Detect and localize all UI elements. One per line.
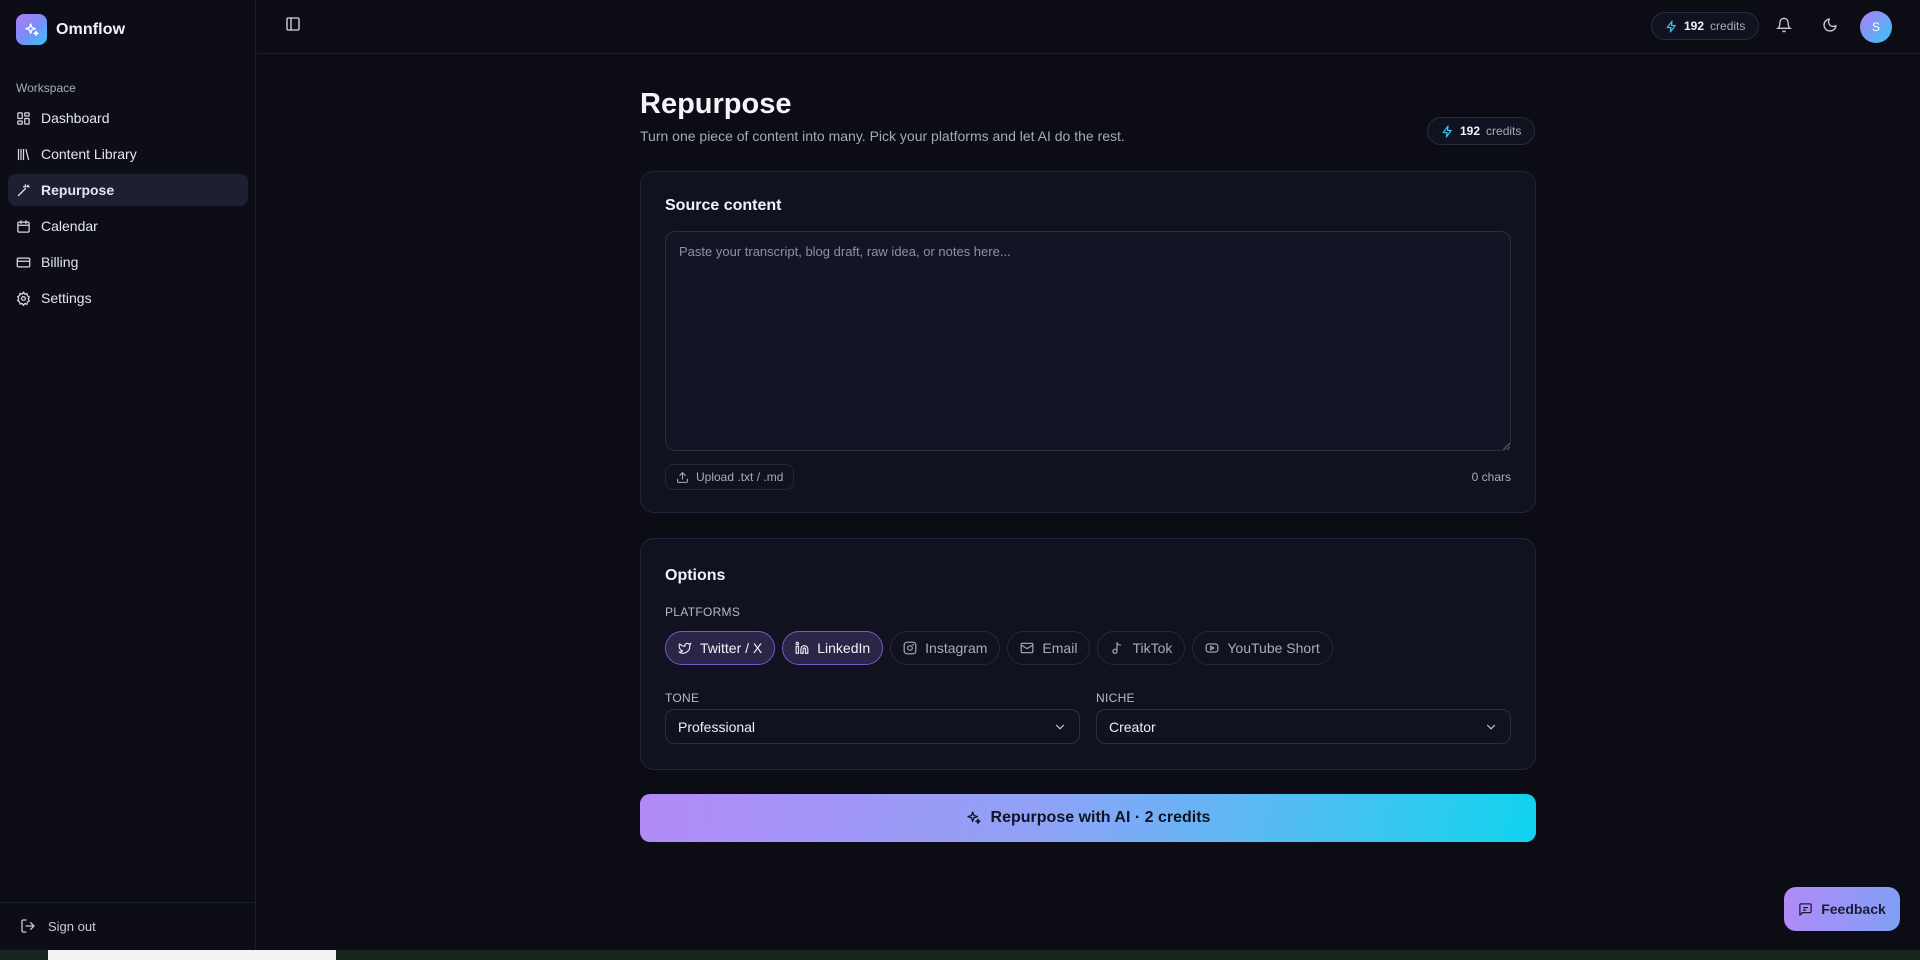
page-credits-badge: 192 credits — [1427, 117, 1536, 145]
repurpose-with-ai-button[interactable]: Repurpose with AI · 2 credits — [640, 794, 1536, 842]
platform-chip-tiktok[interactable]: TikTok — [1097, 631, 1186, 665]
sidebar-nav: Dashboard Content Library Repurpose Cale… — [8, 102, 248, 318]
dashboard-icon — [16, 111, 31, 126]
credit-card-icon — [16, 255, 31, 270]
credits-label: credits — [1710, 19, 1746, 33]
chevron-down-icon — [1484, 720, 1498, 734]
sidebar-divider — [0, 902, 256, 903]
platform-chips: Twitter / X LinkedIn Instagram Email Tik… — [665, 631, 1333, 665]
cta-label: Repurpose with AI · 2 credits — [990, 809, 1211, 826]
lightning-icon — [1665, 19, 1678, 33]
library-icon — [16, 147, 31, 162]
platform-chip-twitter[interactable]: Twitter / X — [665, 631, 776, 665]
credits-label: credits — [1486, 124, 1522, 138]
source-content-card: Source content Upload .txt / .md 0 chars — [640, 171, 1536, 513]
credits-count: 192 — [1684, 19, 1705, 33]
sidebar-item-repurpose[interactable]: Repurpose — [8, 174, 248, 206]
theme-toggle-button[interactable] — [1822, 17, 1838, 33]
gear-icon — [16, 290, 31, 306]
youtube-icon — [1205, 641, 1219, 655]
sidebar-item-label: Calendar — [41, 218, 98, 234]
options-title: Options — [665, 567, 726, 584]
taskbar-window-thumbnail[interactable] — [48, 950, 336, 960]
twitter-icon — [678, 641, 692, 655]
sidebar-panel-icon — [285, 16, 301, 32]
sidebar-item-dashboard[interactable]: Dashboard — [8, 102, 248, 134]
platforms-label: PLATFORMS — [665, 605, 741, 619]
message-square-icon — [1798, 902, 1813, 917]
mail-icon — [1020, 641, 1034, 655]
chip-label: YouTube Short — [1227, 640, 1320, 656]
sidebar-toggle-button[interactable] — [285, 16, 301, 32]
sidebar-item-settings[interactable]: Settings — [8, 282, 248, 314]
avatar[interactable]: S — [1860, 11, 1892, 43]
sidebar-item-label: Settings — [41, 290, 92, 306]
niche-value: Creator — [1109, 718, 1156, 735]
calendar-icon — [16, 219, 31, 234]
sidebar-item-label: Content Library — [41, 146, 137, 162]
moon-icon — [1822, 17, 1838, 33]
options-card: Options PLATFORMS Twitter / X LinkedIn I… — [640, 538, 1536, 770]
brand-name: Omnflow — [56, 20, 126, 38]
logout-icon — [20, 918, 36, 934]
bell-icon — [1776, 17, 1792, 33]
sidebar-item-label: Repurpose — [41, 182, 115, 198]
platform-chip-youtube-short[interactable]: YouTube Short — [1192, 631, 1333, 665]
upload-icon — [676, 471, 689, 484]
linkedin-icon — [795, 641, 809, 655]
chip-label: Twitter / X — [700, 640, 763, 656]
niche-label: NICHE — [1096, 691, 1135, 705]
nav-section-label: Workspace — [16, 81, 76, 95]
sidebar-item-label: Dashboard — [41, 110, 110, 126]
upload-label: Upload .txt / .md — [696, 470, 784, 484]
notifications-button[interactable] — [1776, 17, 1792, 33]
chip-label: TikTok — [1132, 640, 1173, 656]
resize-grip-icon[interactable] — [1502, 442, 1510, 450]
sparkles-logo-icon — [16, 14, 47, 45]
tone-value: Professional — [678, 718, 756, 735]
platform-chip-linkedin[interactable]: LinkedIn — [782, 631, 884, 665]
credits-count: 192 — [1460, 124, 1481, 138]
credits-badge[interactable]: 192 credits — [1651, 12, 1760, 40]
chip-label: LinkedIn — [817, 640, 871, 656]
music-note-icon — [1110, 641, 1124, 655]
instagram-icon — [903, 641, 917, 655]
sidebar-item-calendar[interactable]: Calendar — [8, 210, 248, 242]
sparkles-icon — [966, 810, 982, 826]
sidebar-item-content-library[interactable]: Content Library — [8, 138, 248, 170]
platform-chip-email[interactable]: Email — [1007, 631, 1091, 665]
niche-select[interactable]: Creator — [1096, 709, 1511, 744]
source-content-textarea[interactable] — [665, 231, 1511, 451]
chevron-down-icon — [1053, 720, 1067, 734]
sidebar-item-label: Billing — [41, 254, 79, 270]
sidebar-item-billing[interactable]: Billing — [8, 246, 248, 278]
sign-out-label: Sign out — [48, 918, 96, 934]
brand[interactable]: Omnflow — [16, 14, 125, 45]
sidebar: Omnflow Workspace Dashboard Content Libr… — [0, 0, 256, 950]
page-subtitle: Turn one piece of content into many. Pic… — [640, 128, 1125, 144]
tone-select[interactable]: Professional — [665, 709, 1080, 744]
tone-label: TONE — [665, 691, 700, 705]
chip-label: Email — [1042, 640, 1078, 656]
platform-chip-instagram[interactable]: Instagram — [890, 631, 1001, 665]
char-count: 0 chars — [1471, 470, 1511, 484]
feedback-label: Feedback — [1821, 901, 1886, 917]
feedback-button[interactable]: Feedback — [1784, 887, 1900, 931]
lightning-icon — [1441, 124, 1454, 138]
chip-label: Instagram — [925, 640, 988, 656]
source-content-title: Source content — [665, 197, 782, 214]
sign-out-button[interactable]: Sign out — [20, 918, 96, 934]
page-title: Repurpose — [640, 88, 792, 120]
wand-icon — [16, 183, 31, 198]
upload-file-button[interactable]: Upload .txt / .md — [665, 464, 795, 490]
